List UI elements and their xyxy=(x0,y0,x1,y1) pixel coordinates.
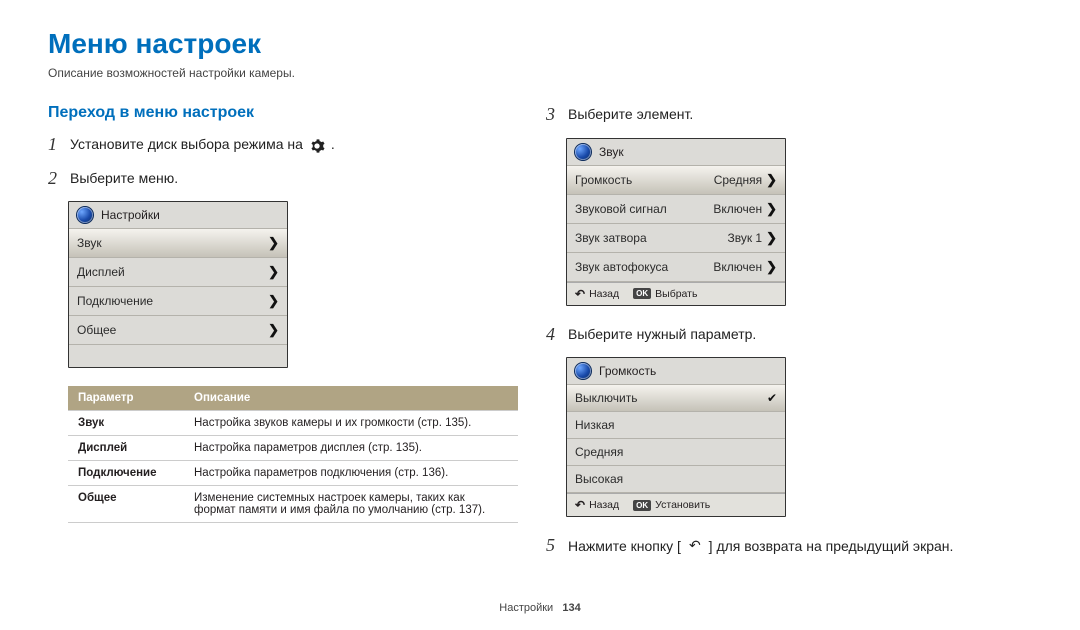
step-number: 2 xyxy=(48,168,60,190)
camera-menu-title: Настройки xyxy=(101,208,160,222)
table-row: Дисплей Настройка параметров дисплея (ст… xyxy=(68,436,518,461)
footer-page-number: 134 xyxy=(562,602,580,614)
step-number: 4 xyxy=(546,324,558,346)
parameters-table: Параметр Описание Звук Настройка звуков … xyxy=(68,386,518,523)
step-3-text: Выберите элемент. xyxy=(568,104,693,122)
chevron-right-icon: ❯ xyxy=(766,230,777,246)
chevron-right-icon: ❯ xyxy=(268,235,279,251)
chevron-right-icon: ❯ xyxy=(268,322,279,338)
camera-menu-title: Громкость xyxy=(599,364,656,378)
camera-menu-panel-settings: Настройки Звук ❯ Дисплей ❯ Подключение ❯… xyxy=(68,201,288,368)
list-item-value: Включен ❯ xyxy=(713,201,777,217)
table-header-desc: Описание xyxy=(184,386,518,411)
list-item[interactable]: Дисплей ❯ xyxy=(69,258,287,287)
camera-menu-footer: ↶ Назад OK Выбрать xyxy=(567,282,785,305)
list-item xyxy=(69,345,287,367)
camera-menu-title: Звук xyxy=(599,145,624,159)
step-4-text: Выберите нужный параметр. xyxy=(568,324,756,342)
chevron-right-icon: ❯ xyxy=(766,172,777,188)
section-heading: Переход в меню настроек xyxy=(48,104,518,122)
back-arrow-icon: ↶ xyxy=(575,498,585,512)
table-row: Подключение Настройка параметров подключ… xyxy=(68,461,518,486)
list-item[interactable]: Звук автофокуса Включен ❯ xyxy=(567,253,785,282)
table-row: Общее Изменение системных настроек камер… xyxy=(68,486,518,523)
chevron-right-icon: ❯ xyxy=(766,259,777,275)
ok-badge-icon: OK xyxy=(633,288,651,299)
camera-menu-footer: ↶ Назад OK Установить xyxy=(567,493,785,516)
camera-menu-panel-volume: Громкость Выключить ✔ Низкая Средняя Выс… xyxy=(566,357,786,517)
camera-menu-header: Звук xyxy=(567,139,785,166)
list-item[interactable]: Высокая xyxy=(567,466,785,493)
dial-icon xyxy=(575,144,591,160)
list-item[interactable]: Звуковой сигнал Включен ❯ xyxy=(567,195,785,224)
list-item-value: Средняя ❯ xyxy=(714,172,777,188)
camera-menu-header: Громкость xyxy=(567,358,785,385)
list-item[interactable]: Низкая xyxy=(567,412,785,439)
list-item[interactable]: Подключение ❯ xyxy=(69,287,287,316)
list-item[interactable]: Общее ❯ xyxy=(69,316,287,345)
dial-icon xyxy=(77,207,93,223)
ok-badge-icon: OK xyxy=(633,500,651,511)
step-2-text: Выберите меню. xyxy=(70,168,178,186)
camera-menu-panel-sound: Звук Громкость Средняя ❯ Звуковой сигнал… xyxy=(566,138,786,306)
step-1-text: Установите диск выбора режима на . xyxy=(70,134,335,152)
list-item[interactable]: Звук ❯ xyxy=(69,229,287,258)
footer-section-label: Настройки xyxy=(499,602,553,614)
gear-icon xyxy=(309,138,325,154)
list-item-value: Включен ❯ xyxy=(713,259,777,275)
table-header-param: Параметр xyxy=(68,386,184,411)
list-item[interactable]: Средняя xyxy=(567,439,785,466)
step-number: 3 xyxy=(546,104,558,126)
list-item-value: Звук 1 ❯ xyxy=(727,230,777,246)
step-5-text: Нажмите кнопку [ ↶ ] для возврата на пре… xyxy=(568,535,953,554)
table-row: Звук Настройка звуков камеры и их громко… xyxy=(68,411,518,436)
step-number: 1 xyxy=(48,134,60,156)
right-column: 3 Выберите элемент. Звук Громкость Средн… xyxy=(546,104,1032,569)
list-item[interactable]: Выключить ✔ xyxy=(567,385,785,412)
back-button-icon: ↶ xyxy=(687,537,703,554)
step-number: 5 xyxy=(546,535,558,557)
chevron-right-icon: ❯ xyxy=(268,264,279,280)
list-item[interactable]: Звук затвора Звук 1 ❯ xyxy=(567,224,785,253)
page-subtitle: Описание возможностей настройки камеры. xyxy=(48,66,1032,80)
page-footer: Настройки 134 xyxy=(0,602,1080,614)
chevron-right-icon: ❯ xyxy=(766,201,777,217)
camera-menu-header: Настройки xyxy=(69,202,287,229)
left-column: Переход в меню настроек 1 Установите дис… xyxy=(48,104,518,569)
back-arrow-icon: ↶ xyxy=(575,287,585,301)
chevron-right-icon: ❯ xyxy=(268,293,279,309)
list-item[interactable]: Громкость Средняя ❯ xyxy=(567,166,785,195)
dial-icon xyxy=(575,363,591,379)
check-icon: ✔ xyxy=(767,391,777,405)
page-title: Меню настроек xyxy=(48,28,1032,60)
